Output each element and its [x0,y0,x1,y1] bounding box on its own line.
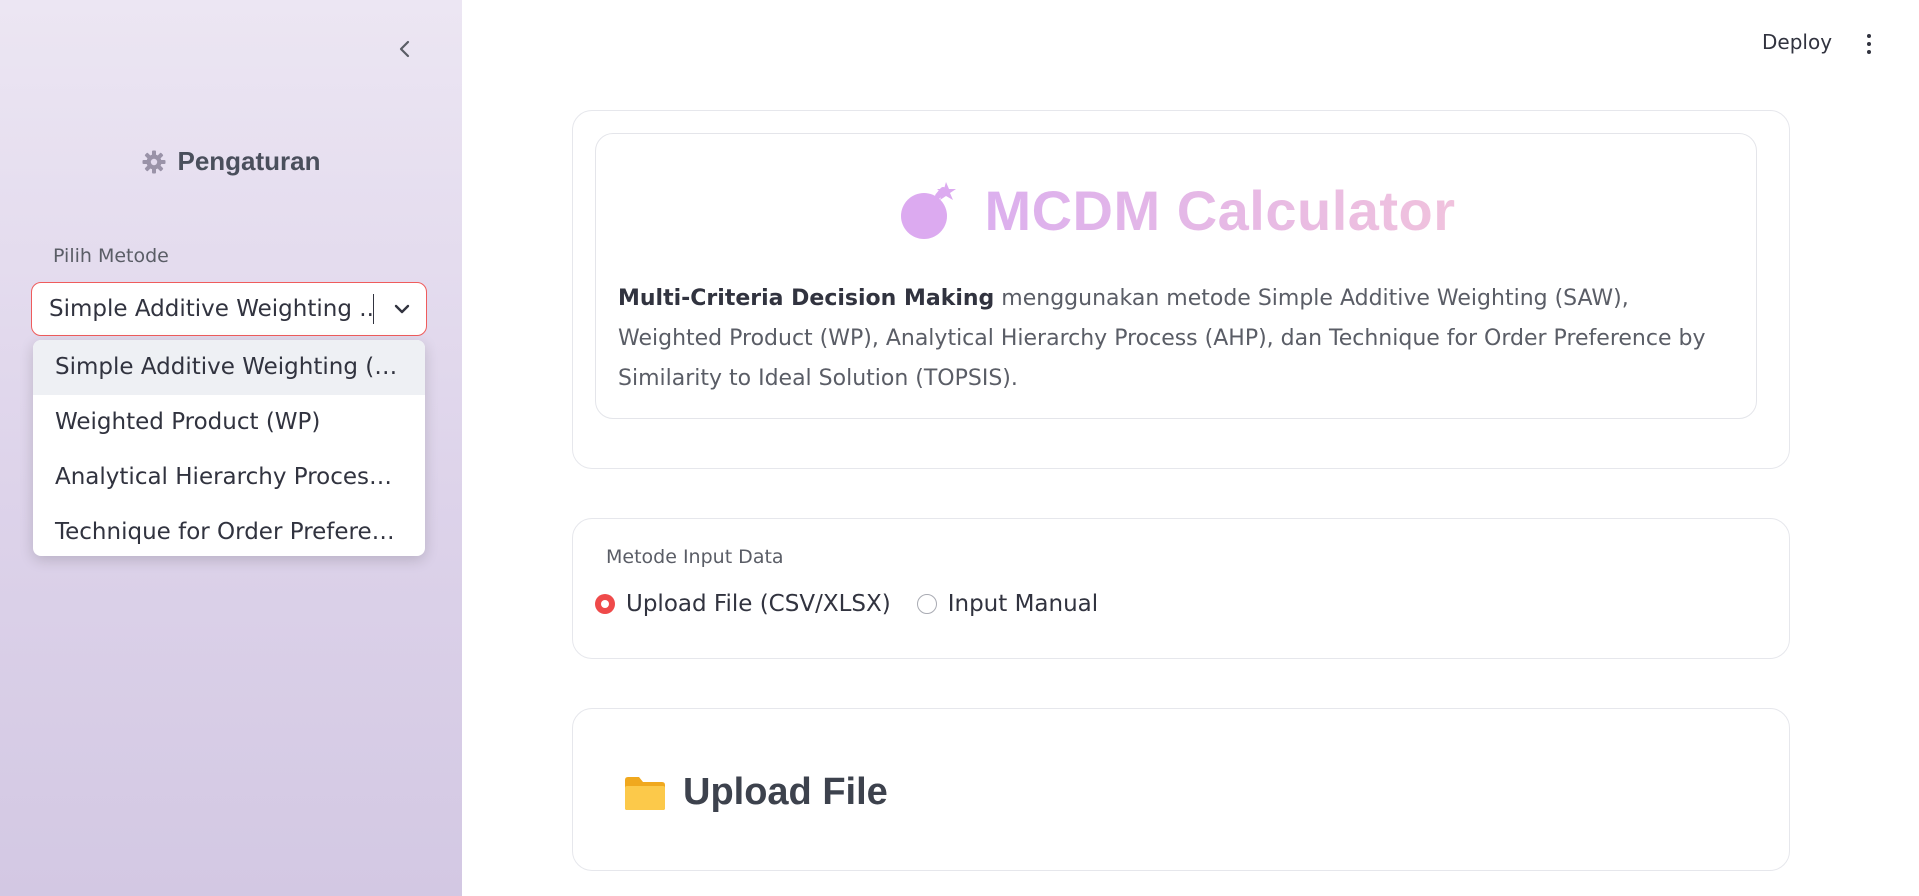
radio-upload-file-label: Upload File (CSV/XLSX) [626,591,891,617]
vertical-dots-icon [1867,34,1871,38]
hero-card: MCDM Calculator Multi-Criteria Decision … [595,133,1757,419]
sidebar-title-text: Pengaturan [177,146,321,176]
vertical-dots-icon-dot [1867,42,1871,46]
dropdown-option-wp[interactable]: Weighted Product (WP) [33,395,425,450]
sidebar: Pengaturan Pilih Metode Simple Additive … [0,0,462,896]
hero-title: MCDM Calculator [596,178,1756,243]
input-method-label: Metode Input Data [606,546,784,568]
hero-title-text: MCDM Calculator [984,179,1456,242]
upload-title-text: Upload File [683,771,888,813]
method-select-value: Simple Additive Weighting ... [49,296,373,322]
sidebar-title: Pengaturan [0,146,462,177]
hero-description: Multi-Criteria Decision Making menggunak… [618,279,1734,399]
chevron-left-icon [399,40,410,58]
dropdown-option-saw[interactable]: Simple Additive Weighting (SA… [33,340,425,395]
upload-title: Upload File [623,771,888,814]
collapse-sidebar-button[interactable] [390,34,420,64]
radio-upload-file[interactable]: Upload File (CSV/XLSX) [595,591,891,617]
radio-input-manual-label: Input Manual [947,591,1099,617]
radio-checked-icon [595,594,615,614]
method-select-label: Pilih Metode [53,245,169,267]
radio-input-manual[interactable]: Input Manual [916,591,1099,617]
hero-card-container: MCDM Calculator Multi-Criteria Decision … [572,110,1790,469]
method-select[interactable]: Simple Additive Weighting ... [31,282,427,336]
bomb-icon [901,181,957,239]
input-method-radio-group: Upload File (CSV/XLSX) Input Manual [595,591,1124,617]
chevron-down-icon [394,304,410,314]
vertical-dots-icon-dot [1867,50,1871,54]
dropdown-option-ahp[interactable]: Analytical Hierarchy Process (… [33,450,425,505]
main-menu-button[interactable] [1862,30,1876,58]
folder-icon [625,776,665,810]
deploy-button[interactable]: Deploy [1762,30,1832,54]
method-dropdown: Simple Additive Weighting (SA… Weighted … [33,340,425,556]
text-cursor [372,294,374,324]
upload-card: Upload File [572,708,1790,871]
input-method-card: Metode Input Data Upload File (CSV/XLSX)… [572,518,1790,659]
radio-unchecked-icon [916,594,937,614]
gear-icon [142,150,166,173]
select-toggle[interactable] [384,303,420,315]
dropdown-option-topsis[interactable]: Technique for Order Preferenc… [33,505,425,556]
hero-description-bold: Multi-Criteria Decision Making [618,286,995,311]
